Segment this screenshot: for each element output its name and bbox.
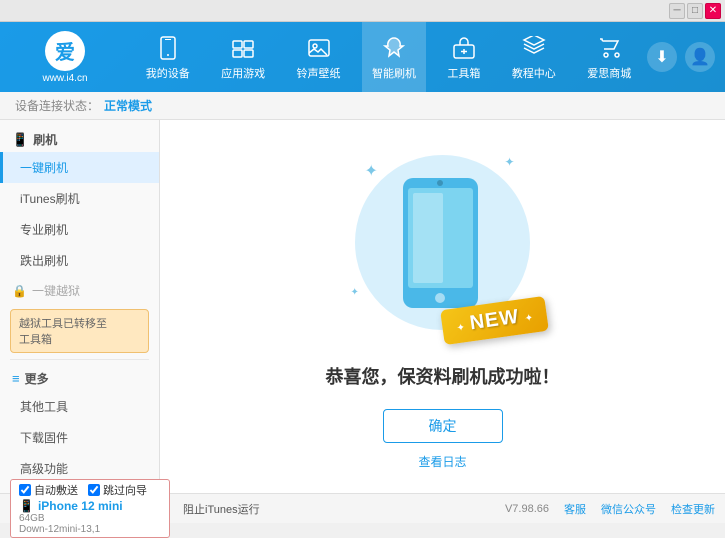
auto-close-checkbox[interactable]: 自动敷送 (19, 482, 78, 498)
success-illustration: ✦ NEW ✦ ✦ ✦ ✦ (343, 143, 543, 343)
minimize-button[interactable]: ─ (669, 3, 685, 19)
nav-label-apps: 应用游戏 (221, 65, 265, 81)
store-icon (595, 34, 623, 62)
close-button[interactable]: ✕ (705, 3, 721, 19)
sidebar-section-more: ≡ 更多 (0, 364, 159, 391)
toolbox-icon (450, 34, 478, 62)
status-label: 设备连接状态： (15, 97, 99, 114)
status-bar: 设备连接状态： 正常模式 (0, 92, 725, 120)
sidebar-item-jailbreak: 🔒 一键越狱 (0, 276, 159, 303)
sidebar-section-flash: 📱 刷机 (0, 125, 159, 152)
nav-label-my-device: 我的设备 (146, 65, 190, 81)
tutorial-icon (520, 34, 548, 62)
header-right: ⬇ 👤 (647, 42, 725, 72)
more-section-icon: ≡ (12, 371, 20, 386)
sidebar-item-fall-flash[interactable]: 跌出刷机 (0, 245, 159, 276)
device-info: 📱 iPhone 12 mini 64GB Down-12mini-13,1 (19, 499, 161, 535)
maximize-button[interactable]: □ (687, 3, 703, 19)
nav-label-toolbox: 工具箱 (447, 65, 480, 81)
nav-item-tutorial[interactable]: 教程中心 (502, 22, 566, 92)
device-firmware: Down-12mini-13,1 (19, 524, 161, 535)
device-storage: 64GB (19, 513, 161, 524)
lock-icon: 🔒 (12, 284, 27, 298)
new-badge-text: NEW (469, 306, 521, 335)
logo-icon: 爱 (45, 31, 85, 71)
skip-wizard-input[interactable] (88, 484, 100, 496)
sidebar-notice: 越狱工具已转移至工具箱 (10, 309, 149, 353)
sidebar-item-itunes-flash[interactable]: iTunes刷机 (0, 183, 159, 214)
device-icon-row: 📱 iPhone 12 mini (19, 499, 161, 513)
sidebar-divider (10, 359, 149, 360)
apps-icon (229, 34, 257, 62)
stop-itunes-button[interactable]: 阻止iTunes运行 (178, 501, 265, 517)
nav-label-store: 爱思商城 (587, 65, 631, 81)
device-icon (154, 34, 182, 62)
download-button[interactable]: ⬇ (647, 42, 677, 72)
logo-text: www.i4.cn (42, 73, 87, 84)
logo-area: 爱 www.i4.cn (0, 22, 130, 92)
sidebar-section-more-label: 更多 (25, 370, 49, 387)
sidebar-section-flash-label: 刷机 (33, 131, 57, 148)
sidebar-item-onekey-flash[interactable]: 一键刷机 (0, 152, 159, 183)
nav-item-apps[interactable]: 应用游戏 (211, 22, 275, 92)
bottom-bar: 自动敷送 跳过向导 📱 iPhone 12 mini 64GB Down-12m… (0, 493, 725, 523)
header: 爱 www.i4.cn 我的设备 (0, 22, 725, 92)
check-update-link[interactable]: 检查更新 (671, 501, 715, 517)
user-button[interactable]: 👤 (685, 42, 715, 72)
wallpaper-icon (305, 34, 333, 62)
auto-close-label: 自动敷送 (34, 482, 78, 498)
phone-graphic (398, 173, 483, 316)
sidebar-item-download-firmware[interactable]: 下载固件 (0, 422, 159, 453)
customer-service-link[interactable]: 客服 (564, 501, 586, 517)
sidebar-item-pro-flash[interactable]: 专业刷机 (0, 214, 159, 245)
wechat-link[interactable]: 微信公众号 (601, 501, 656, 517)
main-layout: 📱 刷机 一键刷机 iTunes刷机 专业刷机 跌出刷机 🔒 一键越狱 越狱工具… (0, 120, 725, 493)
skip-wizard-checkbox[interactable]: 跳过向导 (88, 482, 147, 498)
nav-label-wallpaper: 铃声壁纸 (297, 65, 341, 81)
sparkle-icon-1: ✦ (365, 161, 378, 181)
device-section: 自动敷送 跳过向导 📱 iPhone 12 mini 64GB Down-12m… (10, 479, 170, 538)
sidebar: 📱 刷机 一键刷机 iTunes刷机 专业刷机 跌出刷机 🔒 一键越狱 越狱工具… (0, 120, 160, 493)
nav-items: 我的设备 应用游戏 铃声壁纸 (130, 22, 647, 92)
auto-close-input[interactable] (19, 484, 31, 496)
sidebar-item-other-tools[interactable]: 其他工具 (0, 391, 159, 422)
sparkle-icon-3: ✦ (351, 287, 359, 298)
title-bar: ─ □ ✕ (0, 0, 725, 22)
view-log-link[interactable]: 查看日志 (418, 453, 466, 470)
success-text: 恭喜您，保资料刷机成功啦！ (326, 363, 560, 389)
nav-item-toolbox[interactable]: 工具箱 (437, 22, 490, 92)
status-value: 正常模式 (104, 97, 152, 114)
nav-label-smart-flash: 智能刷机 (372, 65, 416, 81)
content-area: ✦ NEW ✦ ✦ ✦ ✦ 恭喜您，保资料刷机成功啦！ 确定 查看日志 (160, 120, 725, 493)
phone-icon: 📱 (19, 499, 34, 513)
nav-item-wallpaper[interactable]: 铃声壁纸 (287, 22, 351, 92)
nav-label-tutorial: 教程中心 (512, 65, 556, 81)
stop-itunes-label: 阻止iTunes运行 (183, 501, 260, 517)
sparkle-icon-2: ✦ (504, 155, 514, 169)
skip-wizard-label: 跳过向导 (103, 482, 147, 498)
bottom-right: V7.98.66 客服 微信公众号 检查更新 (505, 501, 715, 517)
checkboxes-row: 自动敷送 跳过向导 (19, 482, 161, 498)
flash-section-icon: 📱 (12, 132, 28, 148)
smart-flash-icon (380, 34, 408, 62)
nav-item-store[interactable]: 爱思商城 (577, 22, 641, 92)
confirm-button[interactable]: 确定 (383, 409, 503, 443)
nav-item-my-device[interactable]: 我的设备 (136, 22, 200, 92)
device-name: iPhone 12 mini (38, 499, 123, 513)
version-label: V7.98.66 (505, 503, 549, 515)
nav-item-smart-flash[interactable]: 智能刷机 (362, 22, 426, 92)
